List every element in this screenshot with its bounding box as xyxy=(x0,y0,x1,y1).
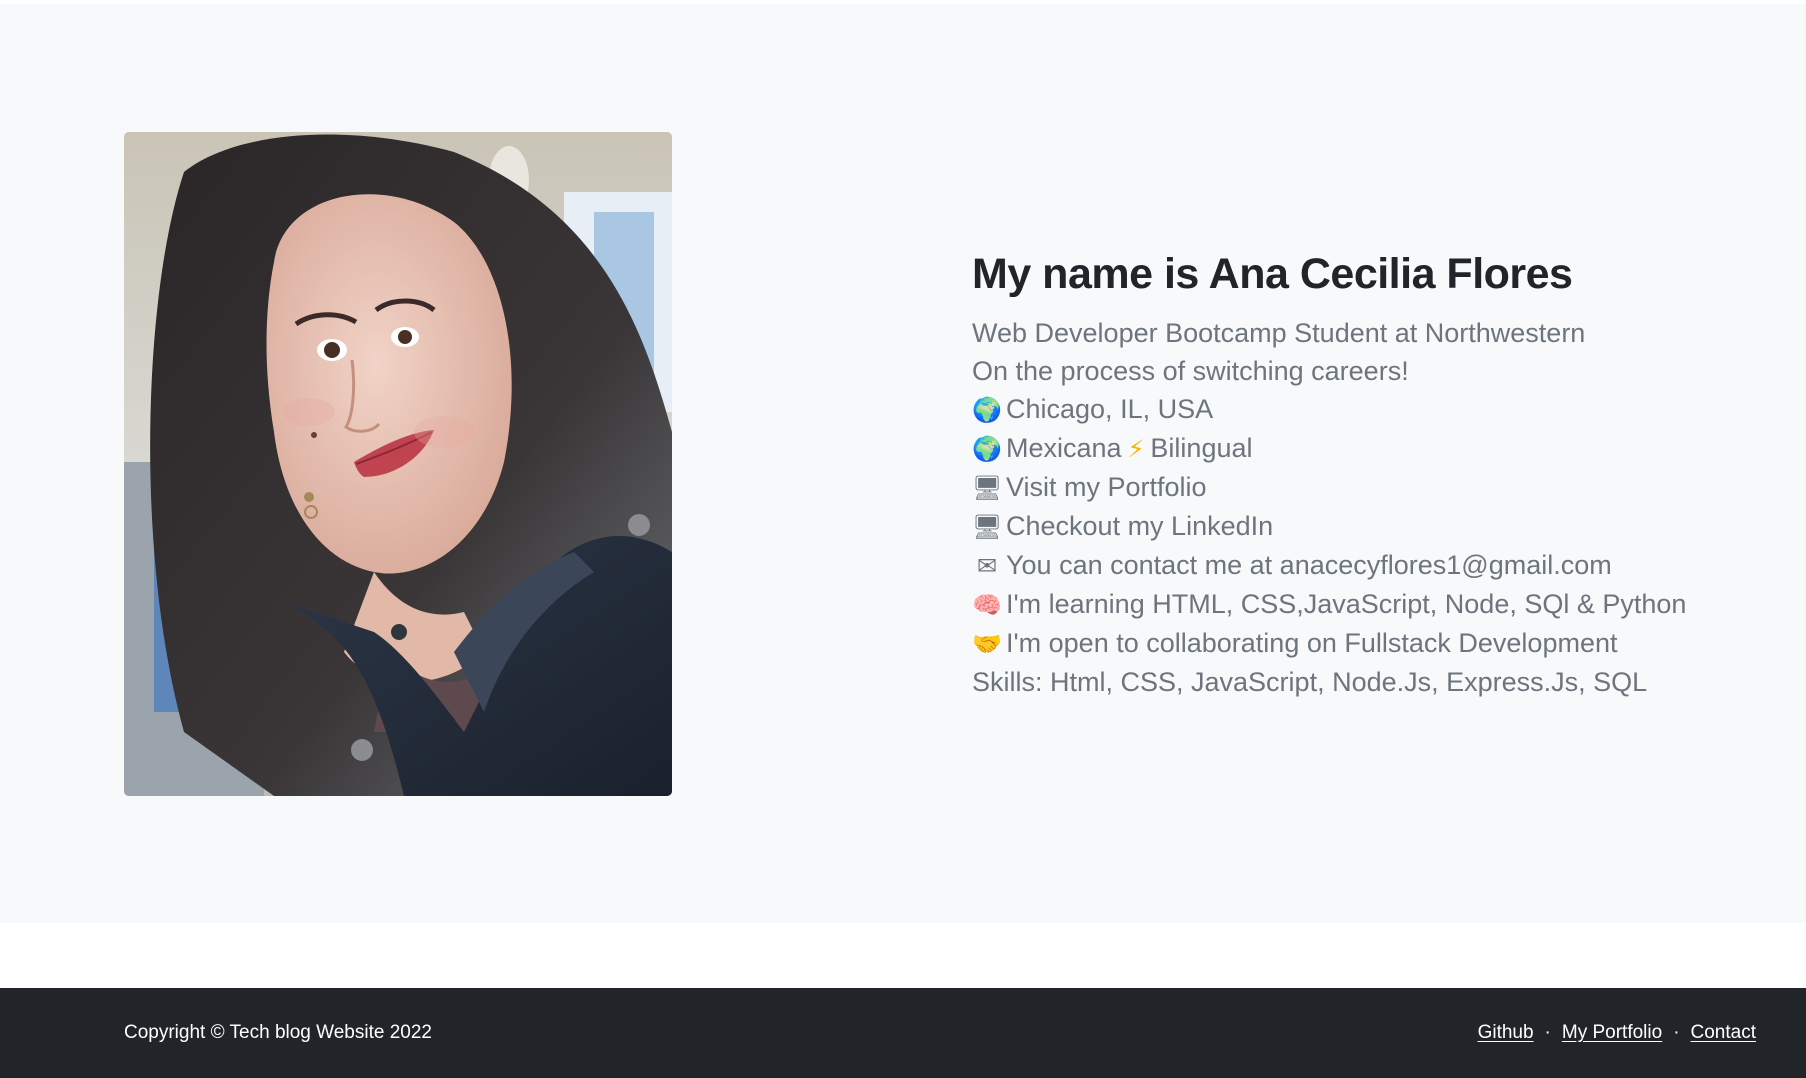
handshake-icon: 🤝 xyxy=(972,630,1002,658)
bio-line-text: Skills: Html, CSS, JavaScript, Node.Js, … xyxy=(972,667,1648,697)
globe-icon: 🌍 xyxy=(972,396,1002,424)
site-footer: Copyright © Tech blog Website 2022 Githu… xyxy=(0,988,1806,1078)
portfolio-link[interactable]: Visit my Portfolio xyxy=(1006,472,1207,502)
hero-section: My name is Ana Cecilia Flores Web Develo… xyxy=(0,4,1806,923)
bio-line-career: On the process of switching careers! xyxy=(972,352,1752,390)
footer-link-contact[interactable]: Contact xyxy=(1691,1022,1756,1043)
bio-line-role: Web Developer Bootcamp Student at Northw… xyxy=(972,314,1752,352)
bio-line-skills: Skills: Html, CSS, JavaScript, Node.Js, … xyxy=(972,663,1752,701)
page-title: My name is Ana Cecilia Flores xyxy=(972,250,1573,298)
bio-line-text: You can contact me at anacecyflores1@gma… xyxy=(1006,550,1612,580)
bio-line-languages: 🌍 Mexicana ⚡ Bilingual xyxy=(972,429,1752,468)
footer-separator: · xyxy=(1544,1022,1551,1043)
footer-links: Github · My Portfolio · Contact xyxy=(1478,1016,1756,1050)
bio-line-collaborating: 🤝 I'm open to collaborating on Fullstack … xyxy=(972,624,1752,663)
about-section: My name is Ana Cecilia Flores Web Develo… xyxy=(972,244,1752,701)
globe-icon: 🌍 xyxy=(972,435,1002,463)
bio-line-text: I'm open to collaborating on Fullstack D… xyxy=(1006,628,1618,658)
envelope-icon: ✉ xyxy=(976,552,998,580)
bio-line-text: I'm learning HTML, CSS,JavaScript, Node,… xyxy=(1006,589,1687,619)
bio-line-text: Chicago, IL, USA xyxy=(1006,394,1214,424)
bio-line-text: On the process of switching careers! xyxy=(972,356,1409,386)
bio-list: Web Developer Bootcamp Student at Northw… xyxy=(972,314,1752,701)
desktop-computer-icon: 🖥 xyxy=(972,513,1003,541)
desktop-computer-icon: 🖥 xyxy=(972,474,1003,502)
footer-link-github[interactable]: Github xyxy=(1478,1022,1534,1043)
bio-line-learning: 🧠 I'm learning HTML, CSS,JavaScript, Node… xyxy=(972,585,1752,624)
bio-line-contact: ✉ You can contact me at anacecyflores1@gm… xyxy=(972,546,1752,585)
footer-link-portfolio[interactable]: My Portfolio xyxy=(1562,1022,1662,1043)
footer-separator: · xyxy=(1673,1022,1680,1043)
bio-line-portfolio: 🖥 Visit my Portfolio xyxy=(972,468,1752,507)
bio-line-linkedin: 🖥 Checkout my LinkedIn xyxy=(972,507,1752,546)
brain-icon: 🧠 xyxy=(972,591,1002,619)
bio-line-text: Web Developer Bootcamp Student at Northw… xyxy=(972,318,1586,348)
bio-line-location: 🌍 Chicago, IL, USA xyxy=(972,390,1752,429)
linkedin-link[interactable]: Checkout my LinkedIn xyxy=(1006,511,1273,541)
bio-line-text: Mexicana xyxy=(1006,433,1122,463)
profile-photo xyxy=(124,132,672,796)
lightning-icon: ⚡ xyxy=(1127,435,1145,463)
copyright-text: Copyright © Tech blog Website 2022 xyxy=(124,1022,432,1043)
profile-photo-illustration xyxy=(124,132,672,796)
bio-line-text: Bilingual xyxy=(1150,433,1253,463)
